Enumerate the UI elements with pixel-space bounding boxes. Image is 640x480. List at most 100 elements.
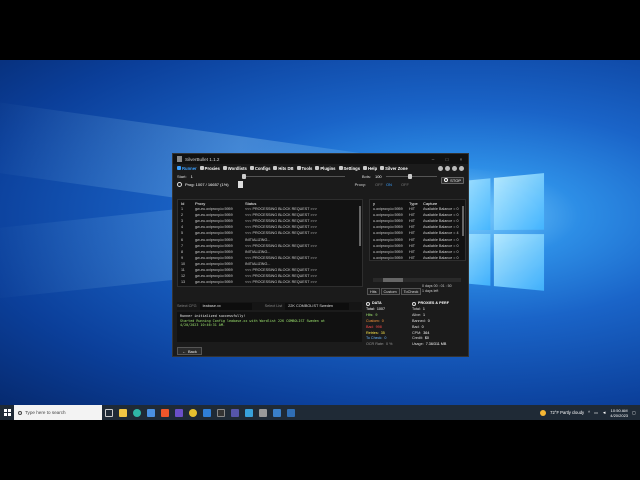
proxy-off-option[interactable]: OFF — [375, 182, 383, 187]
progress-bar — [237, 180, 243, 188]
row-proxy: gw-eu.oxiproxy.io:5959 — [195, 219, 233, 224]
nav-tools[interactable]: Tools — [296, 166, 312, 171]
progress-proxy-row: Prog: 1007 / 16657 (1%) Proxy: OFF ON OF… — [173, 180, 468, 188]
taskbar-search[interactable]: Type here to search — [14, 405, 102, 420]
app-icon[interactable] — [175, 408, 183, 417]
stat-label: Bad: — [366, 324, 374, 329]
clock-time: 10:50 AM — [610, 407, 628, 413]
stop-button[interactable]: STOP — [441, 176, 464, 184]
nav-help[interactable]: Help — [363, 166, 377, 171]
start-value: 1 — [190, 173, 193, 179]
tab-tocheck[interactable]: ToCheck — [400, 288, 422, 295]
scrollbar[interactable] — [359, 206, 361, 246]
back-label: Back — [188, 348, 197, 354]
stat-row: OCR Rate: 0 % — [366, 342, 392, 348]
tab-hits[interactable]: Hits — [367, 288, 380, 295]
nav-settings[interactable]: Settings — [338, 166, 360, 171]
volume-icon[interactable]: ◄ — [602, 410, 606, 415]
row-status: <<< PROCESSING BLOCK REQUEST >>> — [245, 231, 317, 236]
stat-label: CPM: — [412, 330, 422, 335]
nav-runner[interactable]: Runner — [177, 166, 197, 171]
chrome-icon[interactable] — [189, 408, 197, 417]
bots-value: 100 — [374, 173, 382, 179]
app-icon[interactable] — [273, 408, 281, 417]
app-icon[interactable] — [203, 408, 211, 417]
proxy-off2-option[interactable]: OFF — [401, 182, 409, 187]
silverbullet-taskbar-icon[interactable] — [259, 408, 267, 417]
hits-hscroll[interactable] — [373, 278, 461, 282]
row-status: <<< PROCESSING BLOCK REQUEST >>> — [245, 280, 317, 285]
app-icon[interactable] — [245, 408, 253, 417]
nav-proxies[interactable]: Proxies — [199, 166, 220, 171]
start-slider[interactable] — [241, 173, 345, 179]
col-type: Type — [409, 200, 418, 206]
nav-label: Hits DB — [278, 165, 294, 171]
row-proxy: gw-eu.oxiproxy.io:5959 — [195, 225, 233, 230]
row-id: 12 — [181, 274, 186, 279]
stat-label: Usage: — [412, 342, 424, 347]
task-view-icon[interactable] — [105, 408, 113, 417]
hit-capture: Available Balance = 0 — [423, 237, 459, 242]
weather-icon[interactable] — [540, 409, 547, 416]
wordlist-field[interactable]: 22K COMBOLIST Sweden — [285, 302, 350, 310]
terminal-icon[interactable] — [217, 408, 225, 417]
table-row[interactable]: 13 gw-eu.oxiproxy.io:5959 <<< PROCESSING B… — [178, 279, 362, 285]
nav-wordlists[interactable]: Wordlists — [222, 166, 247, 171]
col-capture: Capture — [423, 200, 438, 206]
nav-silver-zone[interactable]: Silver Zone — [380, 166, 408, 171]
row-proxy: gw-eu.oxiproxy.io:5959 — [195, 274, 233, 279]
nav-label: Silver Zone — [385, 165, 408, 171]
row-id: 2 — [181, 213, 184, 218]
minimize-button[interactable]: – — [426, 157, 440, 162]
stat-row: Usage: 7.36/311 MB — [412, 342, 449, 348]
discord-icon[interactable] — [445, 165, 450, 171]
github-icon[interactable] — [452, 165, 457, 171]
theme-icon[interactable] — [438, 165, 443, 171]
proxy-on-option[interactable]: ON — [386, 182, 392, 187]
clock[interactable]: 10:50 AM 4/20/2023 — [610, 408, 628, 418]
col-proxy: Proxy — [195, 200, 206, 206]
close-button[interactable]: × — [454, 157, 468, 162]
network-icon[interactable]: ▭ — [594, 410, 598, 415]
store-icon[interactable] — [147, 408, 155, 417]
download-icon[interactable] — [287, 408, 295, 417]
row-proxy: gw-eu.oxiproxy.io:5959 — [195, 213, 233, 218]
back-button[interactable]: ← Back — [177, 347, 202, 355]
hit-row[interactable]: u.oxiproxy.io:5959 HIT Available Balance =… — [370, 255, 465, 260]
row-status: INITIALIZING... — [245, 261, 271, 266]
file-explorer-icon[interactable] — [119, 408, 127, 417]
scrollbar[interactable] — [462, 206, 464, 236]
maximize-button[interactable]: □ — [440, 157, 454, 162]
nav-label: Help — [368, 165, 378, 171]
start-label: Start: — [177, 173, 187, 179]
bots-slider[interactable] — [385, 173, 438, 179]
app-icon[interactable] — [231, 408, 239, 417]
row-id: 13 — [181, 280, 186, 285]
nav-plugins[interactable]: Plugins — [315, 166, 336, 171]
row-status: <<< PROCESSING BLOCK REQUEST >>> — [245, 219, 317, 224]
proxy-stats: PROXIES & PERF Total: 1 Alive: 1 Banned: 0 Bad… — [412, 301, 449, 348]
tray-arrow-icon[interactable]: ^ — [588, 410, 590, 415]
weather-text[interactable]: 72°F Partly cloudy — [550, 410, 584, 415]
hit-type: HIT — [409, 243, 415, 248]
nav-hits-db[interactable]: Hits DB — [273, 165, 294, 171]
info-icon[interactable] — [459, 165, 464, 171]
play-icon — [177, 166, 181, 170]
row-proxy: gw-eu.oxiproxy.io:5959 — [195, 249, 233, 254]
stat-label: Custom: — [366, 318, 380, 323]
app-logo-icon — [177, 156, 182, 162]
stat-label: Hits: — [366, 312, 374, 317]
select-list-label: Select List — [264, 304, 283, 308]
edge-icon[interactable] — [133, 408, 141, 417]
row-proxy: gw-eu.oxiproxy.io:5959 — [195, 207, 233, 212]
notification-icon[interactable]: ▢ — [632, 410, 636, 415]
nav-configs[interactable]: Configs — [249, 166, 270, 171]
config-field[interactable]: leabase.xx — [199, 302, 252, 310]
hit-type: HIT — [409, 231, 415, 236]
progress-radio[interactable] — [177, 181, 182, 187]
brave-icon[interactable] — [161, 408, 169, 417]
tab-custom[interactable]: Custom — [380, 288, 400, 295]
stat-value: 0 — [381, 318, 384, 323]
stat-value: 0 — [421, 324, 424, 329]
start-button[interactable] — [0, 405, 14, 420]
